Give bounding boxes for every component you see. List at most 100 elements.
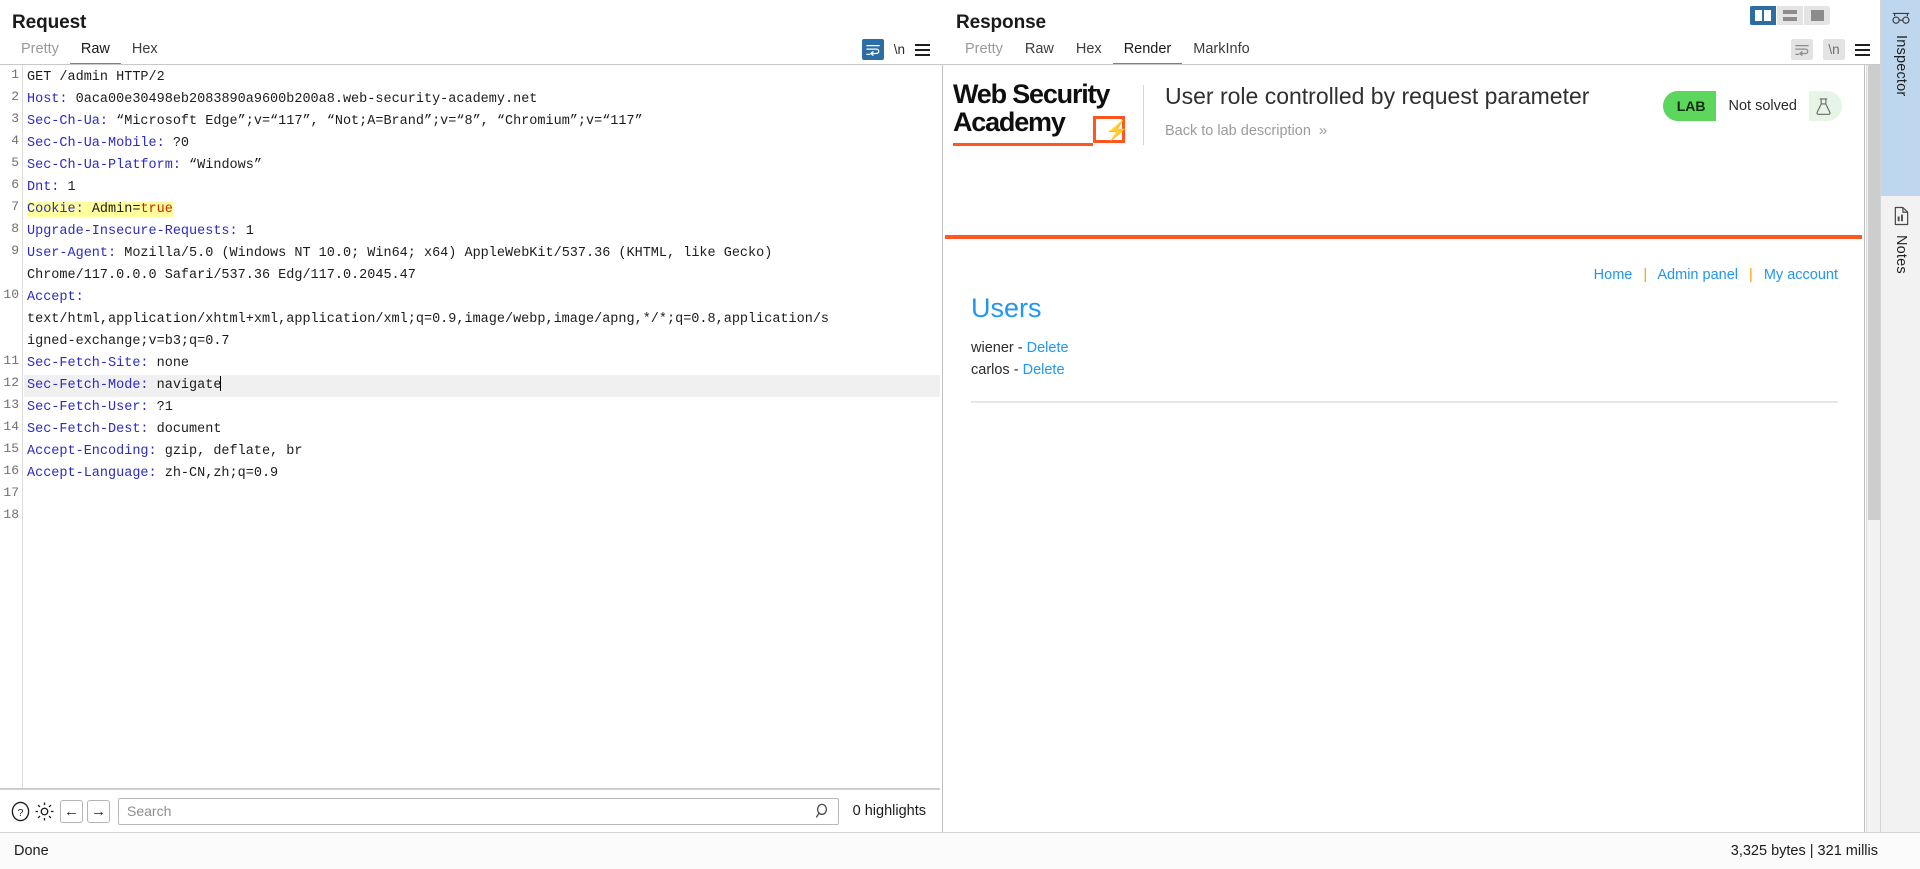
spectacles-icon: [1892, 12, 1910, 24]
header-name: Upgrade-Insecure-Requests:: [27, 224, 238, 239]
nav-link-home[interactable]: Home: [1594, 267, 1633, 283]
header-value: none: [148, 356, 190, 371]
header-name: Host:: [27, 92, 68, 107]
code-line[interactable]: Upgrade-Insecure-Requests: 1: [24, 221, 940, 243]
line-number: 7: [11, 199, 19, 214]
code-line[interactable]: text/html,application/xhtml+xml,applicat…: [24, 309, 940, 331]
request-code[interactable]: GET /admin HTTP/2 Host: 0aca00e30498eb208…: [24, 65, 940, 788]
header-value: Admin=: [83, 202, 141, 217]
header-value: navigate: [148, 378, 222, 393]
header-name: Sec-Ch-Ua-Mobile:: [27, 136, 165, 151]
rail-tab-label: Notes: [1893, 235, 1909, 274]
rail-tab-notes[interactable]: Notes: [1881, 196, 1920, 356]
code-line[interactable]: Sec-Fetch-Site: none: [24, 353, 940, 375]
line-number: 5: [11, 155, 19, 170]
svg-text:?: ?: [17, 806, 23, 818]
header-name: Sec-Fetch-Mode:: [27, 378, 149, 393]
header-value: 1: [237, 224, 254, 239]
line-number: 8: [11, 221, 19, 236]
code-line[interactable]: Accept-Language: zh-CN,zh;q=0.9: [24, 463, 940, 485]
users-heading: Users: [971, 293, 1042, 323]
header-value-token: true: [140, 202, 173, 217]
code-line[interactable]: Accept:: [24, 287, 940, 309]
header-name: Cookie:: [27, 202, 84, 217]
header-name: Sec-Ch-Ua-Platform:: [27, 158, 181, 173]
scrollbar-thumb[interactable]: [1868, 65, 1880, 520]
header-value: “Windows”: [180, 158, 262, 173]
rendered-page: Web Security Academy ⚡ User role control…: [942, 65, 1865, 832]
user-name: wiener: [971, 340, 1014, 356]
code-line[interactable]: Dnt: 1: [24, 177, 940, 199]
arrow-left-icon[interactable]: ←: [60, 799, 83, 823]
nav-link-my-account[interactable]: My account: [1764, 267, 1838, 283]
line-number: 11: [3, 353, 19, 368]
code-line[interactable]: Sec-Fetch-Dest: document: [24, 419, 940, 441]
code-line[interactable]: Cookie: Admin=true: [24, 199, 940, 221]
single-layout-button[interactable]: [1804, 6, 1830, 25]
line-number: 16: [3, 463, 19, 478]
stacked-layout-button[interactable]: [1777, 6, 1803, 25]
lightning-bolt-icon: ⚡: [1105, 121, 1129, 142]
web-security-academy-logo: Web Security Academy ⚡: [953, 81, 1131, 146]
header-name: Sec-Fetch-User:: [27, 400, 149, 415]
delete-user-link[interactable]: Delete: [1027, 340, 1069, 356]
rail-tab-label: Inspector: [1893, 35, 1909, 97]
gear-icon[interactable]: [32, 799, 56, 823]
code-line[interactable]: User-Agent: Mozilla/5.0 (Windows NT 10.0…: [24, 243, 940, 265]
header-value: “Microsoft Edge”;v=“117”, “Not;A=Brand”;…: [108, 114, 643, 129]
tab-response-markinfo[interactable]: MarkInfo: [1182, 41, 1260, 65]
header-value: GET /admin HTTP/2: [27, 70, 165, 85]
line-number: 14: [3, 419, 19, 434]
arrow-right-icon[interactable]: →: [87, 799, 110, 823]
request-editor[interactable]: 1 2 3 4 5 6 7 8 9 10 11 12 13 14 15 16 17 18 GET /admin H…: [0, 64, 940, 789]
code-line[interactable]: Sec-Fetch-Mode: navigate: [24, 375, 940, 397]
nav-link-admin-panel[interactable]: Admin panel: [1657, 267, 1738, 283]
header-value: igned-exchange;v=b3;q=0.7: [27, 334, 230, 349]
tab-request-pretty[interactable]: Pretty: [10, 41, 70, 65]
code-line[interactable]: [24, 507, 940, 529]
delete-user-link[interactable]: Delete: [1023, 362, 1065, 378]
response-size-timing: 3,325 bytes | 321 millis: [1730, 843, 1878, 859]
tab-request-hex[interactable]: Hex: [121, 41, 169, 65]
code-line[interactable]: Sec-Fetch-User: ?1: [24, 397, 940, 419]
code-line[interactable]: Chrome/117.0.0.0 Safari/537.36 Edg/117.0…: [24, 265, 940, 287]
header-value: document: [148, 422, 222, 437]
tab-request-raw[interactable]: Raw: [69, 41, 121, 65]
lab-title: User role controlled by request paramete…: [1165, 83, 1590, 109]
line-number: 13: [3, 397, 19, 412]
orange-separator: [945, 235, 1862, 239]
line-number: 10: [3, 287, 19, 302]
search-input[interactable]: [118, 797, 839, 825]
lab-status-badge: LAB Not solved: [1662, 91, 1842, 121]
document-icon: [1894, 206, 1908, 226]
newline-toggle-icon[interactable]: \n: [894, 42, 905, 57]
hamburger-menu-icon[interactable]: [915, 43, 930, 56]
list-item: wiener - Delete: [971, 337, 1838, 359]
word-wrap-icon[interactable]: [861, 39, 884, 60]
rail-tab-inspector[interactable]: Inspector: [1881, 0, 1920, 196]
flask-icon: [1809, 91, 1842, 121]
logo-underline: [953, 143, 1093, 146]
response-pane: Response Pretty Raw Hex Render MarkInfo …: [940, 0, 1880, 832]
code-line[interactable]: igned-exchange;v=b3;q=0.7: [24, 331, 940, 353]
code-line[interactable]: Sec-Ch-Ua-Mobile: ?0: [24, 133, 940, 155]
help-circle-icon[interactable]: ?: [8, 799, 32, 823]
code-line[interactable]: [24, 485, 940, 507]
code-line[interactable]: Accept-Encoding: gzip, deflate, br: [24, 441, 940, 463]
newline-toggle-icon[interactable]: \n: [1823, 39, 1845, 60]
tab-response-raw[interactable]: Raw: [1014, 41, 1065, 65]
highlights-count: 0 highlights: [852, 803, 926, 819]
hamburger-menu-icon[interactable]: [1855, 43, 1870, 56]
code-line[interactable]: Sec-Ch-Ua: “Microsoft Edge”;v=“117”, “No…: [24, 111, 940, 133]
response-scrollbar[interactable]: [1866, 65, 1880, 832]
line-number: 1: [11, 67, 19, 82]
tab-response-hex[interactable]: Hex: [1065, 41, 1113, 65]
word-wrap-icon[interactable]: [1791, 39, 1813, 60]
tab-response-render[interactable]: Render: [1112, 41, 1183, 65]
tab-response-pretty[interactable]: Pretty: [954, 41, 1014, 65]
code-line[interactable]: Host: 0aca00e30498eb2083890a9600b200a8.w…: [24, 89, 940, 111]
side-by-side-layout-button[interactable]: [1750, 6, 1776, 25]
code-line[interactable]: Sec-Ch-Ua-Platform: “Windows”: [24, 155, 940, 177]
code-line[interactable]: GET /admin HTTP/2: [24, 67, 940, 89]
back-to-lab-description-link[interactable]: Back to lab description »: [1165, 122, 1327, 139]
